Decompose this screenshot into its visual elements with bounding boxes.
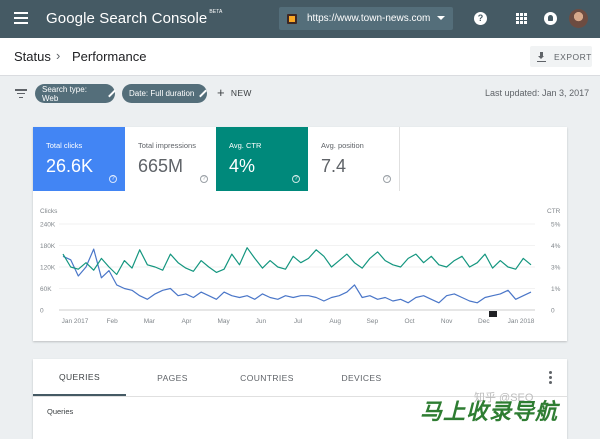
x-tick-label: May: [218, 318, 231, 325]
x-tick-label: Jul: [294, 318, 303, 325]
x-tick-label: Nov: [441, 318, 453, 325]
chip-search-type[interactable]: Search type: Web: [35, 84, 115, 103]
apps-icon[interactable]: [516, 13, 527, 24]
right-tick-label: 5%: [551, 222, 561, 229]
tab-devices[interactable]: DEVICES: [315, 359, 408, 396]
metric-value: 665M: [138, 156, 184, 176]
metric-label: Total impressions: [138, 141, 196, 150]
pencil-icon: [199, 90, 206, 97]
help-icon[interactable]: ?: [383, 175, 391, 183]
chart-svg: Clicks CTR 240K 5% 180K 4% 120K 3% 60K 1% 0 0 Jan 20…: [40, 208, 561, 325]
left-tick-label: 240K: [40, 222, 56, 229]
metric-total-impressions[interactable]: Total impressions 665M ?: [125, 127, 217, 191]
x-tick-label: Aug: [329, 318, 341, 325]
x-tick-label: Sep: [367, 318, 379, 325]
help-icon[interactable]: ?: [200, 175, 208, 183]
x-tick-label: Oct: [404, 318, 414, 325]
series-line-ctr: [62, 247, 532, 276]
chip-date[interactable]: Date: Full duration: [122, 84, 207, 103]
metric-avg-ctr[interactable]: Avg. CTR 4% ?: [216, 127, 308, 191]
chip-label: Search type: Web: [42, 84, 87, 103]
x-tick-label: Dec: [478, 318, 490, 325]
filter-bar: Search type: Web Date: Full duration + N…: [0, 76, 600, 112]
property-selector[interactable]: https://www.town-news.com: [279, 7, 453, 30]
x-tick-label: Feb: [107, 318, 119, 325]
page-title: Performance: [72, 49, 147, 64]
right-tick-label: 0: [551, 308, 555, 315]
right-tick-label: 1%: [551, 286, 561, 293]
watermark: 马上收录导航: [420, 399, 559, 424]
metric-label: Avg. position: [321, 141, 364, 150]
help-icon[interactable]: ?: [292, 175, 300, 183]
page-header: Status › Performance EXPORT: [0, 38, 600, 76]
menu-icon[interactable]: [14, 12, 28, 24]
metric-value: 4%: [229, 156, 256, 176]
metric-value: 26.6K: [46, 156, 94, 176]
chip-label: Date: Full duration: [129, 89, 195, 98]
performance-chart: Clicks CTR 240K 5% 180K 4% 120K 3% 60K 1% 0 0 Jan 20…: [33, 191, 567, 341]
tab-countries[interactable]: COUNTRIES: [219, 359, 315, 396]
top-app-bar: Google Search Console BETA https://www.to…: [0, 0, 600, 38]
new-filter-button[interactable]: + NEW: [217, 85, 252, 100]
metric-total-clicks[interactable]: Total clicks 26.6K ?: [33, 127, 125, 191]
metric-value: 7.4: [321, 156, 347, 176]
beta-tag: BETA: [209, 9, 223, 15]
chevron-down-icon: [437, 16, 445, 20]
right-tick-label: 3%: [551, 265, 561, 272]
export-label: EXPORT: [554, 51, 592, 62]
metric-label: Total clicks: [46, 141, 83, 150]
chevron-right-icon: ›: [56, 48, 61, 63]
x-tick-label: Jan 2018: [508, 318, 535, 325]
tab-pages[interactable]: PAGES: [126, 359, 219, 396]
avatar[interactable]: [569, 9, 588, 28]
annotation-flag-icon: [489, 311, 497, 317]
new-label: NEW: [230, 88, 252, 98]
app-logo[interactable]: Google Search Console BETA: [46, 9, 223, 27]
property-icon: [287, 13, 297, 24]
x-tick-label: Apr: [181, 318, 192, 325]
left-tick-label: 120K: [40, 265, 56, 272]
property-url: https://www.town-news.com: [307, 13, 431, 24]
plus-icon: +: [217, 85, 225, 100]
metric-avg-position[interactable]: Avg. position 7.4 ?: [308, 127, 400, 191]
right-axis-label: CTR: [547, 208, 561, 215]
left-tick-label: 60K: [40, 286, 52, 293]
x-tick-label: Jan 2017: [62, 318, 89, 325]
export-button[interactable]: EXPORT: [530, 46, 592, 67]
x-tick-label: Jun: [256, 318, 267, 325]
help-icon[interactable]: ?: [109, 175, 117, 183]
last-updated-text: Last updated: Jan 3, 2017: [485, 88, 590, 98]
tab-queries[interactable]: QUERIES: [33, 359, 126, 396]
metric-label: Avg. CTR: [229, 141, 262, 150]
x-tick-label: Mar: [144, 318, 156, 325]
notifications-icon[interactable]: [544, 12, 557, 25]
left-tick-label: 180K: [40, 243, 56, 250]
filter-icon[interactable]: [15, 89, 27, 99]
left-tick-label: 0: [40, 308, 44, 315]
breadcrumb-status[interactable]: Status: [14, 49, 51, 64]
help-icon[interactable]: ?: [474, 12, 487, 25]
performance-card: Total clicks 26.6K ? Total impressions 6…: [33, 127, 567, 341]
pencil-icon: [108, 90, 115, 97]
more-vert-icon[interactable]: [549, 371, 552, 384]
app-title: Google Search Console: [46, 10, 208, 27]
left-axis-label: Clicks: [40, 208, 58, 215]
column-header-queries[interactable]: Queries: [47, 407, 73, 416]
right-tick-label: 4%: [551, 243, 561, 250]
download-icon: [537, 51, 546, 62]
